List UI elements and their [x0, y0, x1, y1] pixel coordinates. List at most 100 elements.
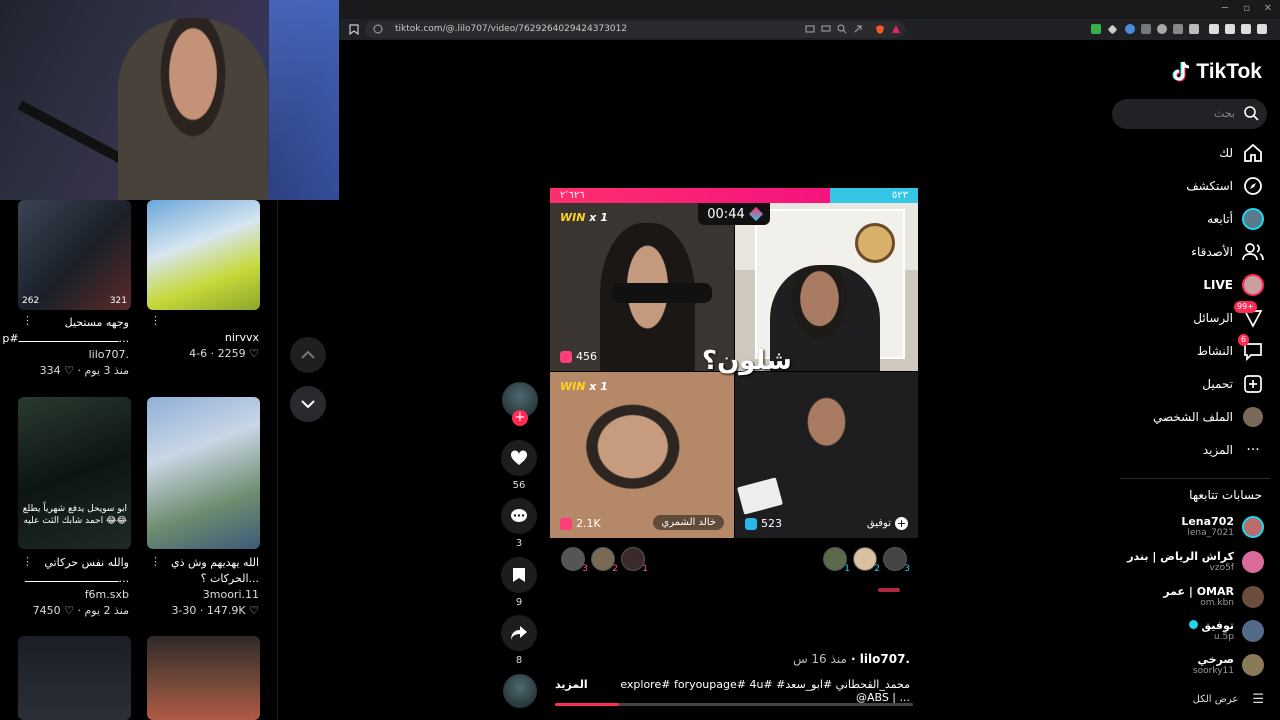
follow-plus-icon[interactable]: + [512, 410, 528, 426]
puzzle-icon[interactable] [1189, 24, 1199, 34]
nav-live[interactable]: LIVE [1203, 273, 1264, 297]
followed-account[interactable]: Lena702 lena_7021 [1181, 515, 1264, 538]
save-button[interactable]: 9 [501, 557, 537, 608]
nav-friends[interactable]: الأصدقاء [1191, 240, 1264, 264]
next-video-button[interactable] [290, 386, 326, 422]
account-handle: om.kbn [1200, 598, 1234, 608]
nav-profile[interactable]: الملف الشخصي [1153, 405, 1264, 429]
gifter-avatar[interactable]: 2 [591, 547, 618, 574]
video-progress-bar[interactable] [555, 703, 913, 706]
grid-video-thumb[interactable] [147, 200, 260, 310]
post-age: منذ 16 س [792, 652, 847, 666]
nav-messages[interactable]: الرسائل 99+ [1193, 301, 1264, 330]
address-bar[interactable]: tiktok.com/@.lilo707/video/7629264029424… [365, 21, 905, 38]
music-disc-avatar[interactable] [503, 674, 537, 708]
grid-title[interactable]: الحركات ؟... [171, 571, 259, 587]
gifter-avatar[interactable]: 1 [823, 547, 850, 574]
account-handle: soorky11 [1192, 666, 1234, 676]
grid-title[interactable]: p#ـــــــــــــــــــــــــــــــ... [2, 331, 129, 347]
friends-icon [1242, 243, 1264, 261]
nav-activity[interactable]: النشاط 6 [1197, 334, 1264, 363]
comment-button[interactable]: 3 [501, 498, 537, 549]
previous-video-button[interactable] [290, 337, 326, 373]
grid-title[interactable]: والله نفس حركاتي [25, 555, 129, 571]
gifter-avatar[interactable]: 1 [621, 547, 648, 574]
grid-title[interactable]: الله يهديهم وش ذي [171, 555, 259, 571]
search-input[interactable]: بحث [1112, 99, 1267, 129]
grid-video-thumb[interactable] [147, 397, 260, 549]
video-player[interactable]: ٢٬٦٢٦ ٥٢٣ WIN x 1 456 WIN x 1 2.1K خالد … [550, 188, 918, 706]
nav-label: الأصدقاء [1191, 245, 1233, 259]
gifter-avatar[interactable]: 3 [883, 547, 910, 574]
follow-participant-button[interactable]: توفيق + [867, 517, 908, 530]
share-icon[interactable] [853, 24, 863, 34]
progress-fill [555, 703, 620, 706]
extension-icon[interactable] [1107, 24, 1118, 35]
restore-icon[interactable]: ▫ [1243, 3, 1250, 14]
nav-label: الملف الشخصي [1153, 410, 1233, 424]
followed-account[interactable]: توفيق u.5p [1189, 619, 1264, 642]
grid-item-meta: وجهه مستحيل p#ــــــــــــــــــــــــــ… [2, 315, 129, 377]
nav-label: LIVE [1203, 278, 1233, 292]
grid-author[interactable]: lilo707. [2, 347, 129, 363]
nav-upload[interactable]: تحميل [1202, 372, 1264, 396]
more-caption-button[interactable]: المزيد [555, 678, 588, 704]
share-button[interactable]: 8 [501, 615, 537, 666]
sidebar-icon[interactable] [1225, 24, 1235, 34]
grid-author[interactable]: 3moori.11 [171, 587, 259, 603]
score-right: ٥٢٣ [891, 190, 908, 201]
extension-icon[interactable] [1125, 24, 1135, 34]
more-options-icon[interactable]: ⋮ [150, 555, 161, 568]
creator-username[interactable]: lilo707. [860, 652, 910, 666]
bookmark-icon[interactable] [349, 24, 359, 35]
minimize-icon[interactable]: ─ [1222, 3, 1228, 14]
grid-video-thumb[interactable] [147, 636, 260, 720]
extension-icon[interactable] [1157, 24, 1167, 34]
grid-title[interactable]: ـــــــــــــــــــــــــــــ... [25, 571, 129, 587]
extension-icon[interactable] [1141, 24, 1151, 34]
followed-account[interactable]: عمر | OMAR om.kbn [1163, 585, 1264, 608]
pk-score-bar: ٢٬٦٢٦ ٥٢٣ [550, 188, 918, 203]
gift-icon [560, 517, 572, 530]
reader-icon[interactable] [805, 24, 815, 34]
music-icon[interactable] [1209, 24, 1219, 34]
zoom-icon[interactable] [837, 24, 847, 34]
close-icon[interactable]: ✕ [1264, 3, 1272, 14]
extension-icon[interactable] [1173, 24, 1183, 34]
brave-shield-icon[interactable] [875, 24, 885, 34]
gifter-avatar[interactable]: 2 [853, 547, 880, 574]
menu-icon[interactable] [1257, 24, 1267, 34]
video-caption: منذ 16 س · lilo707. المزيد explore# fory… [555, 652, 910, 704]
followed-account[interactable]: كراش الرياض | بندر vzo5f [1127, 550, 1264, 573]
heart-icon [510, 450, 528, 465]
rewards-icon[interactable] [891, 24, 901, 34]
nav-explore[interactable]: استكشف [1186, 174, 1264, 198]
screen-icon[interactable] [821, 24, 831, 34]
nav-following[interactable]: أتابعه [1207, 207, 1264, 231]
video-overlay-text: شلون؟ [702, 346, 792, 376]
grid-views: 321 [109, 296, 127, 306]
wallet-icon[interactable] [1241, 24, 1251, 34]
grid-title[interactable]: وجهه مستحيل [2, 315, 129, 331]
extension-icon[interactable] [1091, 24, 1101, 34]
grid-video-thumb[interactable] [18, 636, 131, 720]
tiktok-logo[interactable]: TikTok [1172, 60, 1262, 84]
heart-icon: ♡ [64, 604, 74, 617]
site-info-icon[interactable] [373, 24, 383, 34]
see-all-button[interactable]: عرض الكل ☰ [1193, 692, 1264, 707]
like-button[interactable]: 56 [501, 440, 537, 491]
win-tag: WIN x 1 [560, 380, 608, 393]
search-placeholder: بحث [1214, 107, 1235, 120]
url-text[interactable]: tiktok.com/@.lilo707/video/7629264029424… [395, 21, 627, 38]
search-icon[interactable] [1244, 106, 1259, 121]
grid-video-thumb[interactable]: 262 321 [18, 200, 131, 310]
nav-for-you[interactable]: لك [1219, 141, 1264, 165]
gifter-avatar[interactable]: 3 [561, 547, 588, 574]
grid-author[interactable]: nirvvx [189, 330, 259, 346]
grid-likes: 2259 [217, 347, 246, 360]
more-options-icon[interactable]: ⋮ [150, 314, 161, 327]
nav-more[interactable]: المزيد ··· [1203, 438, 1264, 462]
grid-author[interactable]: f6m.sxb [25, 587, 129, 603]
grid-video-thumb[interactable]: ابو سويحل يدفع شهرياً يطلع احمد شابك الث… [18, 397, 131, 549]
followed-account[interactable]: صرخي soorky11 [1193, 653, 1264, 676]
